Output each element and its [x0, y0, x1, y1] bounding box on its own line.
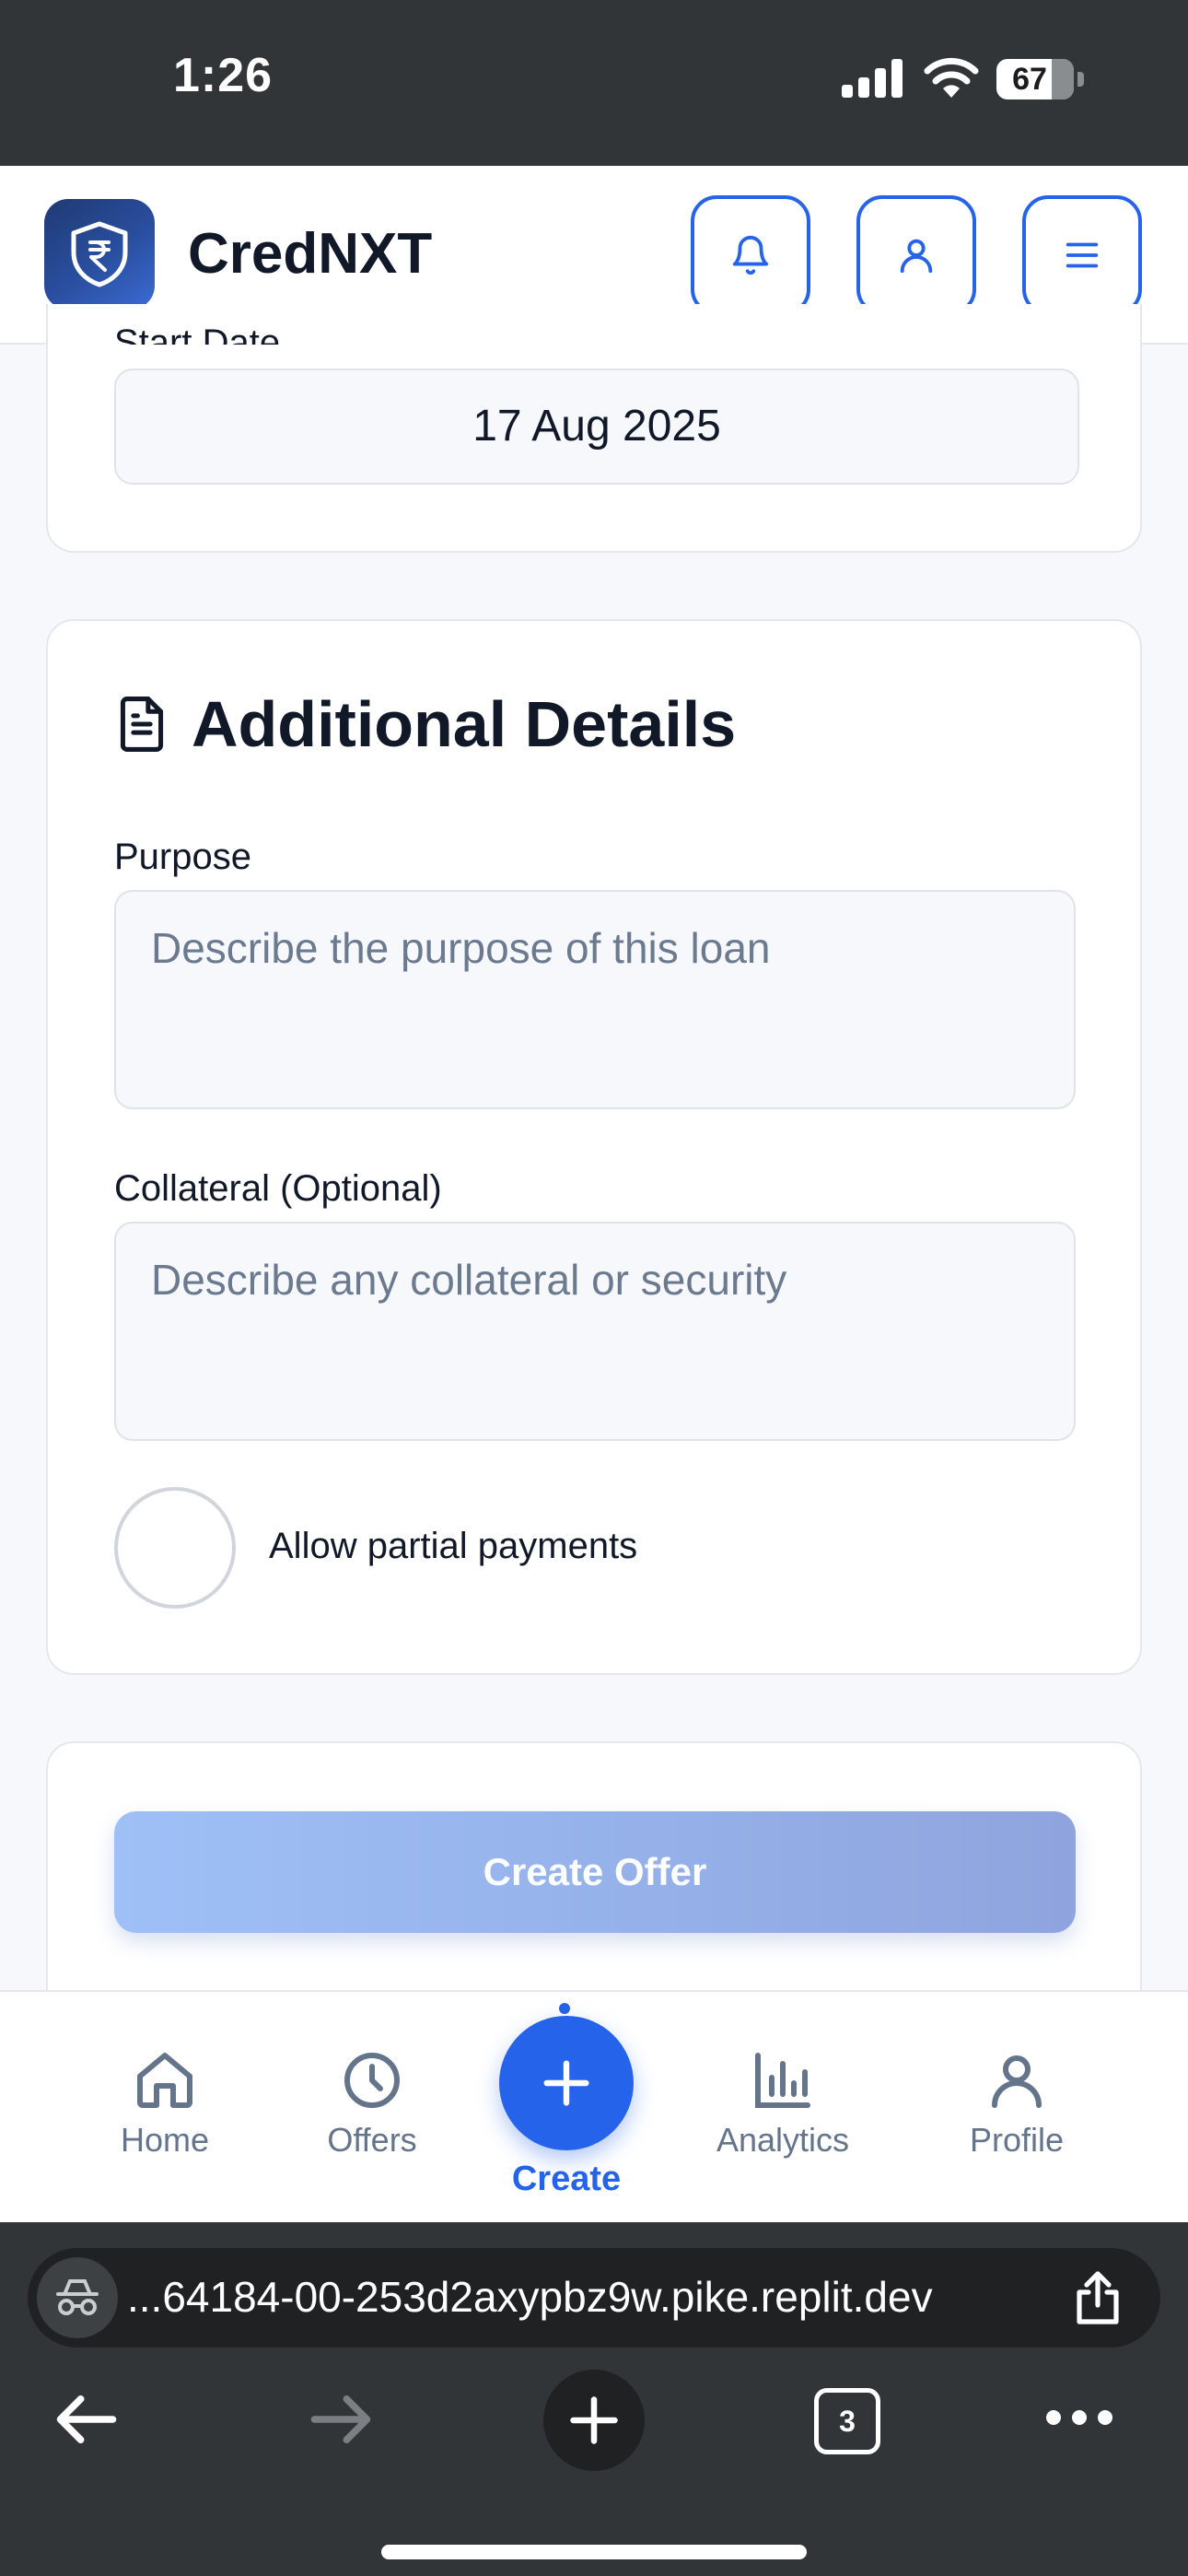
rupee-shield-icon	[71, 221, 128, 287]
menu-button[interactable]	[1022, 195, 1142, 315]
active-indicator	[559, 2003, 570, 2014]
bar-chart-icon	[755, 2053, 810, 2108]
more-icon[interactable]	[1044, 2401, 1114, 2434]
bell-icon	[732, 236, 769, 275]
nav-analytics-label: Analytics	[716, 2121, 850, 2159]
nav-offers-label: Offers	[327, 2121, 417, 2159]
url-text[interactable]: ...64184-00-253d2axypbz9w.pike.replit.de…	[127, 2272, 1085, 2322]
incognito-icon[interactable]	[37, 2257, 118, 2338]
clock-icon	[344, 2053, 400, 2108]
home-indicator[interactable]	[381, 2545, 807, 2559]
nav-create[interactable]	[499, 2016, 634, 2150]
back-arrow-icon[interactable]	[52, 2384, 122, 2454]
status-time: 1:26	[173, 49, 274, 102]
collateral-label: Collateral (Optional)	[114, 1168, 442, 1209]
battery-cap	[1077, 72, 1084, 87]
bottom-nav: Home Offers Create Analytics Profile	[0, 1990, 1188, 2222]
wifi-icon	[924, 57, 979, 98]
signal-icon	[842, 59, 903, 98]
document-icon	[120, 697, 164, 752]
tabs-button[interactable]: 3	[814, 2388, 880, 2454]
nav-home[interactable]: Home	[64, 2047, 266, 2160]
nav-create-label[interactable]: Create	[474, 2160, 658, 2199]
partial-payments-label[interactable]: Allow partial payments	[269, 1526, 637, 1567]
nav-analytics[interactable]: Analytics	[681, 2047, 884, 2160]
menu-icon	[1066, 242, 1099, 268]
section-title: Additional Details	[192, 688, 737, 760]
plus-icon	[570, 2396, 618, 2444]
notifications-button[interactable]	[691, 195, 810, 315]
start-date-label: Start Date	[114, 322, 281, 345]
nav-home-label: Home	[120, 2121, 210, 2159]
nav-profile[interactable]: Profile	[915, 2047, 1118, 2160]
plus-icon	[543, 2060, 589, 2106]
browser-toolbar: ...64184-00-253d2axypbz9w.pike.replit.de…	[0, 2222, 1188, 2576]
collateral-input[interactable]	[114, 1222, 1076, 1441]
nav-profile-label: Profile	[969, 2121, 1065, 2159]
brand-name: CredNXT	[188, 222, 433, 286]
battery-level: 67	[1012, 62, 1047, 97]
address-bar[interactable]: ...64184-00-253d2axypbz9w.pike.replit.de…	[28, 2248, 1160, 2348]
user-icon	[900, 239, 933, 274]
user-icon	[992, 2055, 1042, 2108]
additional-details-card: Additional Details Purpose Collateral (O…	[46, 619, 1142, 1675]
partial-payments-checkbox[interactable]	[114, 1487, 236, 1609]
start-date-field[interactable]: 17 Aug 2025	[114, 369, 1079, 485]
purpose-input[interactable]	[114, 890, 1076, 1109]
purpose-label: Purpose	[114, 837, 251, 877]
share-icon[interactable]	[1072, 2270, 1124, 2325]
home-icon	[137, 2053, 192, 2108]
nav-offers[interactable]: Offers	[271, 2047, 473, 2160]
app-logo[interactable]	[44, 199, 155, 310]
submit-card: Create Offer	[46, 1741, 1142, 2018]
forward-arrow-icon[interactable]	[306, 2384, 376, 2454]
account-button[interactable]	[856, 195, 976, 315]
new-tab-button[interactable]	[543, 2370, 645, 2471]
create-offer-button[interactable]: Create Offer	[114, 1811, 1076, 1933]
status-bar: 1:26 67	[0, 0, 1188, 166]
battery-icon: 67	[996, 59, 1074, 100]
